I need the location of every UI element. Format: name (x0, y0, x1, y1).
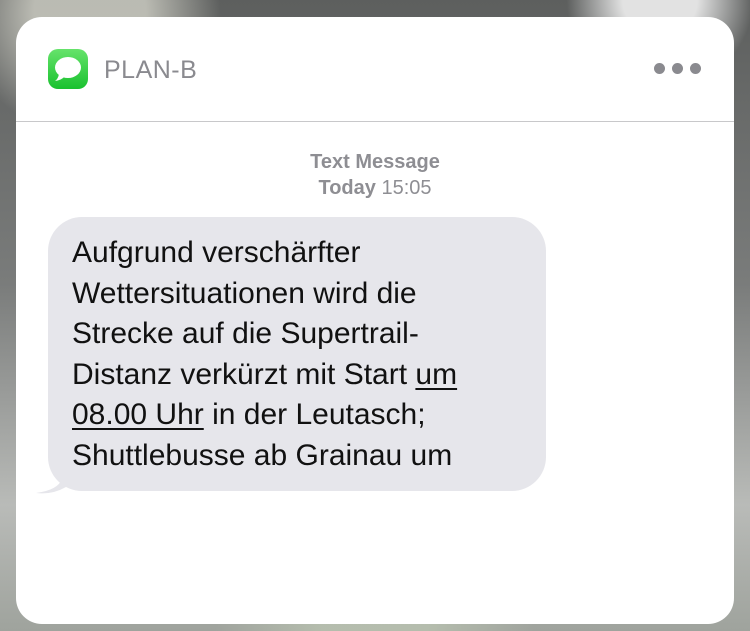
sender-name: PLAN-B (104, 56, 198, 84)
message-line: 08.00 Uhr in der Leutasch; (72, 395, 526, 436)
notification-header: PLAN-B (16, 17, 734, 122)
message-bubble[interactable]: Aufgrund verschärfter Wettersituationen … (48, 217, 546, 491)
ellipsis-icon (654, 63, 665, 74)
ellipsis-icon (672, 63, 683, 74)
message-meta: Text Message Today 15:05 (16, 149, 734, 201)
time-link[interactable]: 08.00 Uhr (72, 398, 204, 431)
message-line: Wettersituationen wird die (72, 276, 417, 310)
message-line: Shuttlebusse ab Grainau um (72, 438, 453, 472)
more-options-button[interactable] (654, 57, 702, 81)
message-line: Strecke auf die Supertrail- (72, 317, 419, 350)
message-notification[interactable]: PLAN-B Text Message Today 15:05 Aufgrund… (16, 17, 734, 624)
message-timestamp: Today 15:05 (16, 175, 734, 201)
timestamp-day: Today (318, 177, 376, 199)
message-type-label: Text Message (310, 151, 440, 173)
ellipsis-icon (690, 63, 701, 74)
message-text: in der Leutasch; (203, 398, 426, 431)
message-line: Aufgrund verschärfter (72, 236, 361, 269)
timestamp-time: 15:05 (381, 177, 432, 199)
messages-icon (48, 49, 88, 89)
message-bubble-group: Aufgrund verschärfter Wettersituationen … (36, 217, 556, 497)
message-line: Distanz verkürzt mit Start um (72, 355, 526, 396)
message-text: Distanz verkürzt mit Start (72, 357, 416, 391)
time-link[interactable]: um (415, 358, 457, 391)
